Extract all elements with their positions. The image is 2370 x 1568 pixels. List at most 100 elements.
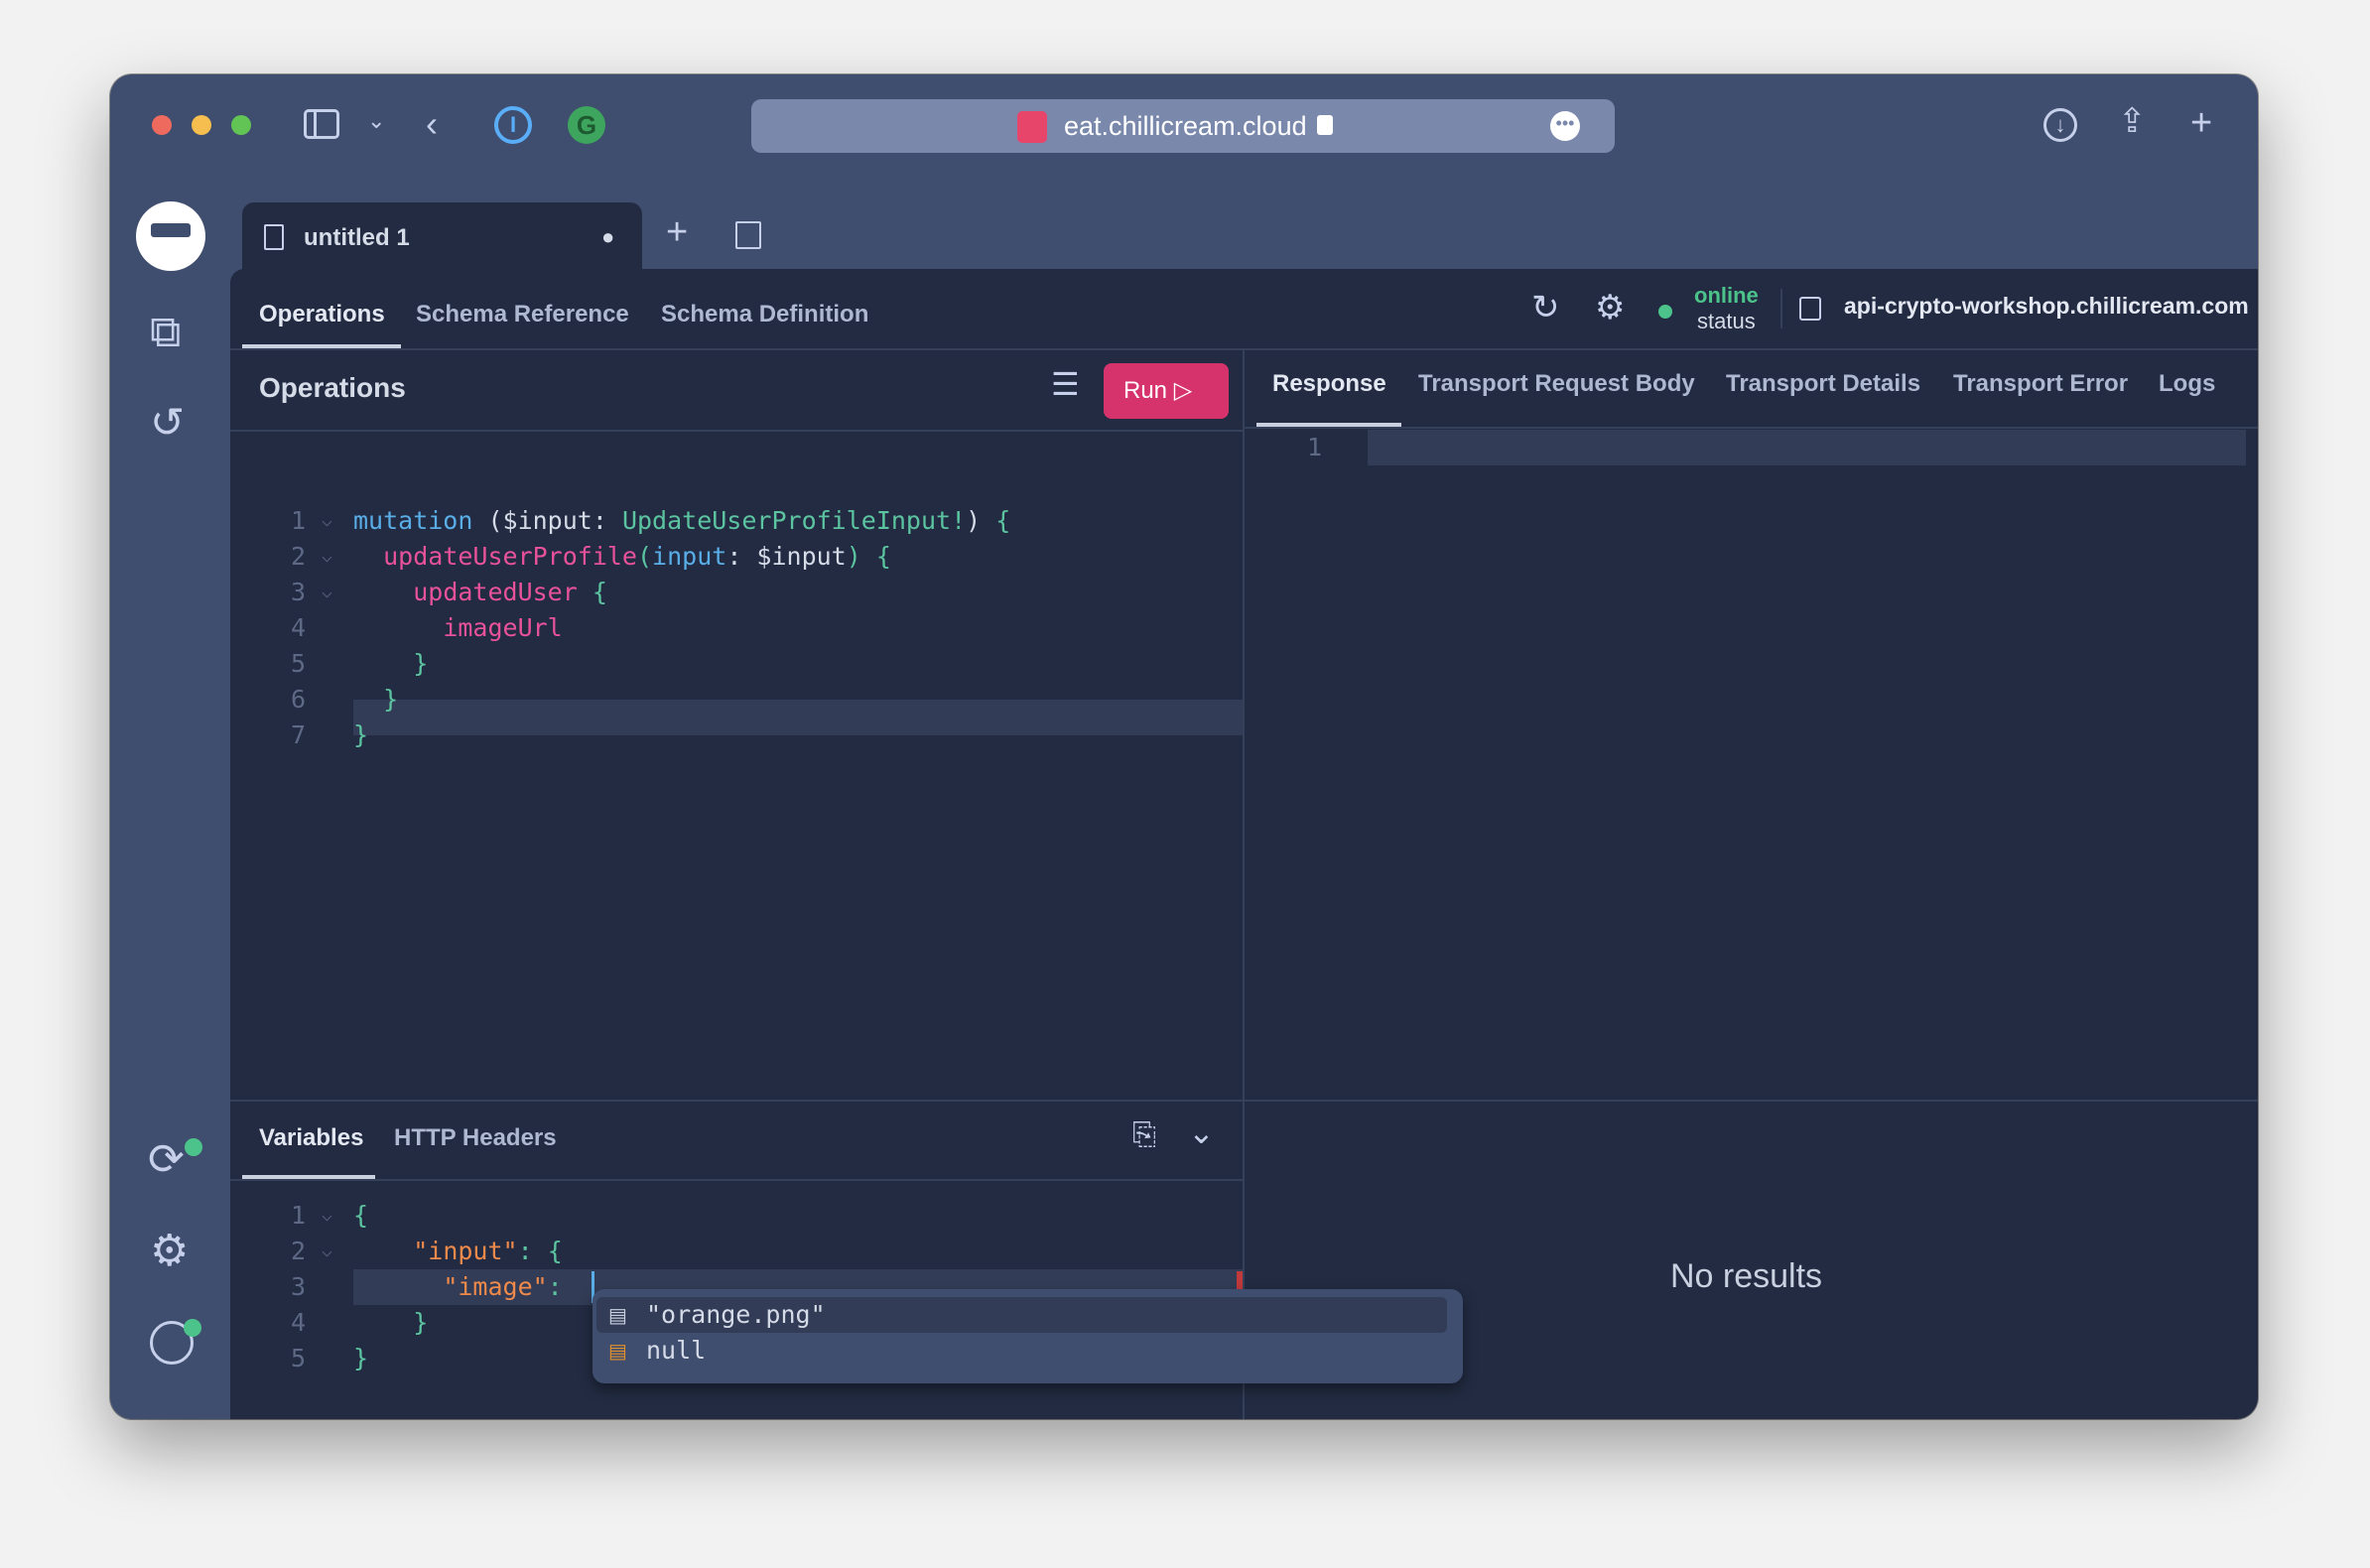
autocomplete-item[interactable]: ▤ null: [596, 1333, 1447, 1369]
sync-icon[interactable]: ⟳: [148, 1138, 185, 1182]
file-icon: [264, 224, 284, 250]
endpoint-url[interactable]: api-crypto-workshop.chillicream.com: [1844, 293, 2249, 320]
online-status-dot: [1658, 305, 1672, 319]
format-icon[interactable]: ☰: [1051, 368, 1080, 400]
close-window-button[interactable]: [152, 115, 172, 135]
line-number: 1: [290, 1201, 306, 1230]
maximize-window-button[interactable]: [231, 115, 251, 135]
tab-transport-error[interactable]: Transport Error: [1953, 370, 2128, 398]
code-text: imageUrl: [443, 613, 563, 642]
account-status-dot: [184, 1319, 201, 1337]
minimize-window-button[interactable]: [192, 115, 211, 135]
operations-editor[interactable]: 1 ⌵ mutation ($input: UpdateUserProfileInp…: [230, 503, 1243, 753]
more-icon[interactable]: •••: [1550, 111, 1580, 141]
collapse-icon[interactable]: ⌄: [1188, 1116, 1215, 1148]
code-text: mutation ($input: UpdateUserProfileInput…: [353, 506, 1011, 535]
line-number: 1: [290, 506, 306, 535]
tab-http-headers[interactable]: HTTP Headers: [394, 1124, 557, 1152]
line-number: 3: [290, 1272, 306, 1301]
run-button[interactable]: Run ▷: [1104, 363, 1229, 419]
fold-chevron-icon[interactable]: ⌵: [322, 575, 332, 610]
download-icon[interactable]: ↓: [2043, 108, 2077, 142]
status-online: online: [1694, 283, 1759, 308]
line-number: 3: [290, 578, 306, 606]
autocomplete-popup: ▤ "orange.png" ▤ null: [592, 1289, 1463, 1383]
code-line[interactable]: 6 }: [230, 682, 1243, 718]
tab-logs[interactable]: Logs: [2159, 370, 2215, 398]
settings-icon[interactable]: ⚙: [150, 1230, 189, 1273]
documents-icon[interactable]: ⧉: [150, 311, 181, 354]
new-tab-icon[interactable]: +: [2190, 104, 2212, 142]
line-number: 5: [290, 1344, 306, 1372]
status-label: status: [1697, 309, 1756, 333]
line-number: 4: [290, 1308, 306, 1337]
code-text: updatedUser {: [413, 578, 607, 606]
1password-icon[interactable]: I: [494, 106, 532, 144]
document-title: untitled 1: [304, 224, 410, 251]
line-number: 6: [290, 685, 306, 714]
site-favicon: [1017, 111, 1047, 143]
code-text: updateUserProfile(input: $input) {: [383, 542, 891, 571]
sync-status-dot: [185, 1138, 202, 1156]
code-text: "image":: [443, 1272, 578, 1301]
code-text: }: [413, 1308, 429, 1337]
chillicream-logo[interactable]: [136, 201, 205, 271]
tab-response[interactable]: Response: [1272, 370, 1386, 398]
fold-chevron-icon[interactable]: ⌵: [322, 1198, 332, 1234]
code-text: }: [413, 649, 429, 678]
tab-operations[interactable]: Operations: [259, 301, 385, 328]
code-line[interactable]: 1 ⌵ {: [230, 1198, 1243, 1234]
lock-icon: [1317, 115, 1333, 135]
connection-settings-icon[interactable]: ⚙: [1595, 291, 1625, 325]
save-icon[interactable]: [735, 221, 761, 249]
url-text: eat.chillicream.cloud: [1064, 111, 1307, 141]
code-line[interactable]: 5 }: [230, 646, 1243, 682]
run-label: Run: [1123, 377, 1168, 404]
chevron-down-icon[interactable]: ⌄: [367, 110, 385, 132]
refresh-icon[interactable]: ↻: [1531, 291, 1560, 325]
back-icon[interactable]: ‹: [426, 106, 438, 142]
code-line[interactable]: 3 ⌵ updatedUser {: [230, 575, 1243, 610]
browser-window: ⌄ ‹ I G eat.chillicream.cloud ••• ↓ ⇪ + …: [110, 74, 2258, 1419]
add-tab-icon[interactable]: +: [666, 213, 688, 251]
copy-icon[interactable]: ⎘: [1132, 1120, 1156, 1150]
sidebar-icon[interactable]: [304, 109, 339, 139]
tab-transport-details[interactable]: Transport Details: [1726, 370, 1920, 398]
line-number: 1: [1306, 433, 1322, 461]
fold-chevron-icon[interactable]: ⌵: [322, 539, 332, 575]
main-panel: Operations Schema Reference Schema Defin…: [230, 269, 2258, 1419]
response-line-highlight: [1368, 430, 2246, 465]
tab-transport-request-body[interactable]: Transport Request Body: [1418, 370, 1695, 398]
code-line[interactable]: 7}: [230, 718, 1243, 753]
history-icon[interactable]: ↺: [150, 402, 185, 444]
line-number: 5: [290, 649, 306, 678]
tab-schema-definition[interactable]: Schema Definition: [661, 301, 868, 328]
fold-chevron-icon[interactable]: ⌵: [322, 503, 332, 539]
code-line[interactable]: 2 ⌵ updateUserProfile(input: $input) {: [230, 539, 1243, 575]
unsaved-indicator: ●: [601, 224, 615, 249]
tab-schema-reference[interactable]: Schema Reference: [416, 301, 629, 328]
code-text: }: [383, 685, 399, 714]
document-tab[interactable]: untitled 1 ●: [242, 202, 642, 272]
code-text: {: [353, 1201, 369, 1230]
code-line[interactable]: 2 ⌵ "input": {: [230, 1234, 1243, 1269]
grammarly-icon[interactable]: G: [568, 106, 605, 144]
line-number: 7: [290, 720, 306, 749]
share-icon[interactable]: ⇪: [2118, 104, 2147, 138]
value-icon: ▤: [608, 1305, 627, 1327]
fold-chevron-icon[interactable]: ⌵: [322, 1234, 332, 1269]
no-results-text: No results: [1670, 1257, 1823, 1295]
pane-divider[interactable]: [1243, 348, 1245, 1419]
play-icon: ▷: [1173, 377, 1193, 404]
operations-title: Operations: [259, 372, 406, 403]
value-icon: ▤: [608, 1341, 627, 1363]
line-number: 4: [290, 613, 306, 642]
line-number: 2: [290, 1237, 306, 1265]
tab-variables[interactable]: Variables: [259, 1124, 363, 1152]
address-bar[interactable]: eat.chillicream.cloud •••: [751, 99, 1615, 153]
lock-icon: [1799, 297, 1821, 321]
code-text: }: [353, 720, 369, 749]
code-line[interactable]: 4 imageUrl: [230, 610, 1243, 646]
autocomplete-item[interactable]: ▤ "orange.png": [596, 1297, 1447, 1333]
code-line[interactable]: 1 ⌵ mutation ($input: UpdateUserProfileInp…: [230, 503, 1243, 539]
